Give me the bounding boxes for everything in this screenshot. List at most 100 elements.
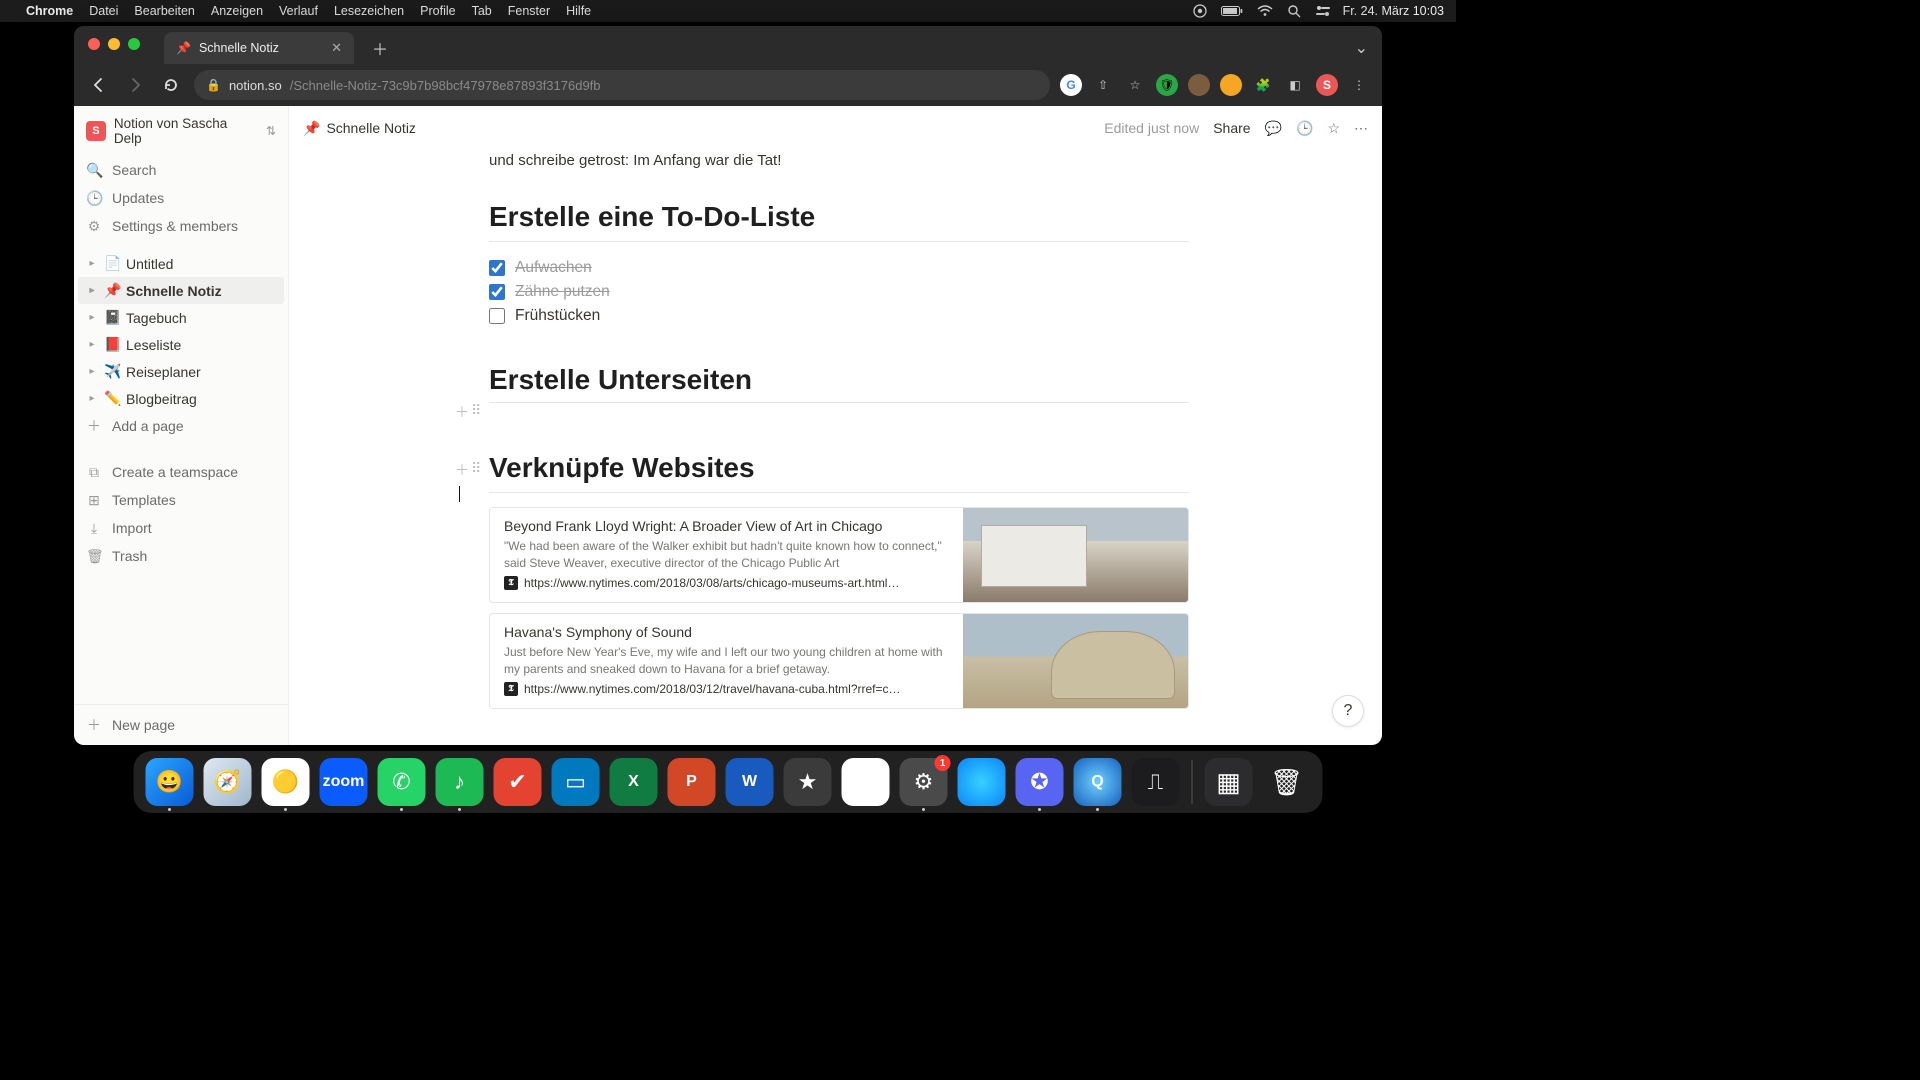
caret-icon[interactable]: ▸: [84, 393, 100, 404]
comments-icon[interactable]: 💬: [1265, 120, 1282, 137]
sidebar-settings[interactable]: ⚙ Settings & members: [74, 212, 288, 240]
window-minimize-button[interactable]: [108, 38, 120, 50]
sidebar-import[interactable]: ⤓ Import: [74, 514, 288, 542]
sidebar-page-item[interactable]: ▸📌Schnelle Notiz: [78, 277, 284, 304]
updates-icon[interactable]: 🕒: [1296, 120, 1313, 137]
todo-checkbox[interactable]: [489, 260, 505, 276]
dock-app-chrome[interactable]: 🟡: [262, 758, 310, 806]
sidebar-add-page[interactable]: ＋ Add a page: [74, 412, 288, 440]
sidepanel-icon[interactable]: ◧: [1284, 74, 1306, 96]
sidebar-page-item[interactable]: ▸✏️Blogbeitrag: [78, 385, 284, 412]
caret-icon[interactable]: ▸: [84, 339, 100, 350]
sidebar-updates[interactable]: 🕒 Updates: [74, 184, 288, 212]
dock-app-quicktime[interactable]: Q: [1074, 758, 1122, 806]
address-bar[interactable]: 🔒 notion.so/Schnelle-Notiz-73c9b7b98bcf4…: [194, 70, 1050, 100]
extensions-puzzle-icon[interactable]: 🧩: [1252, 74, 1274, 96]
menubar-datetime[interactable]: Fr. 24. März 10:03: [1343, 4, 1444, 18]
sidebar-templates[interactable]: ⊞ Templates: [74, 486, 288, 514]
dock-app-mission-control[interactable]: ▦: [1205, 758, 1253, 806]
menu-lesezeichen[interactable]: Lesezeichen: [334, 4, 404, 18]
dock-app-excel[interactable]: X: [610, 758, 658, 806]
heading-todo[interactable]: Erstelle eine To-Do-Liste: [489, 201, 1189, 233]
google-translate-icon[interactable]: G: [1060, 74, 1082, 96]
sidebar-new-page[interactable]: ＋ New page: [74, 705, 288, 745]
add-block-icon[interactable]: ＋: [455, 402, 469, 422]
caret-icon[interactable]: ▸: [84, 285, 100, 296]
dock-app-word[interactable]: W: [726, 758, 774, 806]
control-center-icon[interactable]: [1315, 5, 1331, 17]
profile-avatar-icon[interactable]: S: [1316, 74, 1338, 96]
menu-fenster[interactable]: Fenster: [508, 4, 550, 18]
block-handle[interactable]: ＋ ⠿: [455, 402, 481, 422]
todo-item[interactable]: Frühstücken: [489, 304, 1189, 328]
site-lock-icon[interactable]: 🔒: [206, 78, 221, 92]
todo-checkbox[interactable]: [489, 308, 505, 324]
menu-tab[interactable]: Tab: [472, 4, 492, 18]
menu-verlauf[interactable]: Verlauf: [279, 4, 318, 18]
dock-app-voice-memos[interactable]: ⎍: [1132, 758, 1180, 806]
todo-item[interactable]: Aufwachen: [489, 256, 1189, 280]
nav-forward-button[interactable]: [122, 72, 148, 98]
text-block[interactable]: und schreibe getrost: Im Anfang war die …: [489, 150, 1189, 187]
dock-app-zoom[interactable]: zoom: [320, 758, 368, 806]
share-button[interactable]: Share: [1213, 120, 1250, 136]
window-maximize-button[interactable]: [128, 38, 140, 50]
browser-tab[interactable]: 📌 Schnelle Notiz ✕: [164, 32, 354, 64]
todo-item[interactable]: Zähne putzen: [489, 280, 1189, 304]
dock-app-whatsapp[interactable]: ✆: [378, 758, 426, 806]
new-tab-button[interactable]: ＋: [364, 32, 396, 64]
extension-circle-icon[interactable]: [1188, 74, 1210, 96]
menu-bearbeiten[interactable]: Bearbeiten: [134, 4, 194, 18]
sidebar-page-item[interactable]: ▸📄Untitled: [78, 250, 284, 277]
dock-app-todoist[interactable]: ✔: [494, 758, 542, 806]
dock-app-imovie[interactable]: ★: [784, 758, 832, 806]
sidebar-search[interactable]: 🔍 Search: [74, 156, 288, 184]
nav-reload-button[interactable]: [158, 72, 184, 98]
nav-back-button[interactable]: [86, 72, 112, 98]
favorite-star-icon[interactable]: ☆: [1327, 120, 1340, 137]
sidebar-create-teamspace[interactable]: ⧉ Create a teamspace: [74, 458, 288, 486]
dock-app-trash[interactable]: 🗑: [1263, 758, 1311, 806]
menu-profile[interactable]: Profile: [420, 4, 455, 18]
battery-icon[interactable]: [1221, 5, 1243, 17]
extension-shield-icon[interactable]: 🛡: [1156, 74, 1178, 96]
dock-app-powerpoint[interactable]: P: [668, 758, 716, 806]
workspace-switcher[interactable]: S Notion von Sascha Delp ⇅: [74, 106, 288, 156]
menubar-app-name[interactable]: Chrome: [26, 4, 73, 18]
page-content[interactable]: und schreibe getrost: Im Anfang war die …: [289, 150, 1382, 745]
spotlight-icon[interactable]: [1287, 4, 1301, 18]
bookmark-star-icon[interactable]: ☆: [1124, 74, 1146, 96]
dock-app-finder[interactable]: 😀: [146, 758, 194, 806]
help-button[interactable]: ?: [1332, 695, 1364, 727]
sidebar-page-item[interactable]: ▸✈️Reiseplaner: [78, 358, 284, 385]
more-menu-icon[interactable]: ⋯: [1354, 120, 1368, 137]
caret-icon[interactable]: ▸: [84, 366, 100, 377]
tab-overflow-icon[interactable]: ⌄: [1355, 38, 1368, 58]
wifi-icon[interactable]: [1257, 5, 1273, 17]
drag-handle-icon[interactable]: ⠿: [471, 402, 481, 422]
heading-links[interactable]: Verknüpfe Websites: [489, 452, 1189, 484]
web-bookmark[interactable]: Havana's Symphony of SoundJust before Ne…: [489, 613, 1189, 709]
window-close-button[interactable]: [88, 38, 100, 50]
menu-datei[interactable]: Datei: [89, 4, 118, 18]
drag-handle-icon[interactable]: ⠿: [471, 460, 481, 480]
heading-subpages[interactable]: Erstelle Unterseiten: [489, 364, 1189, 396]
menu-hilfe[interactable]: Hilfe: [566, 4, 591, 18]
chrome-menu-icon[interactable]: ⋮: [1348, 74, 1370, 96]
dock-app-discord[interactable]: ✪: [1016, 758, 1064, 806]
sidebar-trash[interactable]: 🗑 Trash: [74, 542, 288, 570]
share-icon[interactable]: ⇧: [1092, 74, 1114, 96]
breadcrumb[interactable]: 📌 Schnelle Notiz: [303, 120, 416, 137]
extension-orange-icon[interactable]: [1220, 74, 1242, 96]
add-block-icon[interactable]: ＋: [455, 460, 469, 480]
sidebar-page-item[interactable]: ▸📕Leseliste: [78, 331, 284, 358]
screen-record-icon[interactable]: [1193, 4, 1207, 18]
dock-app-drive[interactable]: ▲: [842, 758, 890, 806]
dock-app-trello[interactable]: ▭: [552, 758, 600, 806]
block-handle[interactable]: ＋ ⠿: [455, 460, 481, 480]
sidebar-page-item[interactable]: ▸📓Tagebuch: [78, 304, 284, 331]
menu-anzeigen[interactable]: Anzeigen: [211, 4, 263, 18]
caret-icon[interactable]: ▸: [84, 258, 100, 269]
dock-app-settings[interactable]: ⚙1: [900, 758, 948, 806]
dock-app-siri[interactable]: [958, 758, 1006, 806]
